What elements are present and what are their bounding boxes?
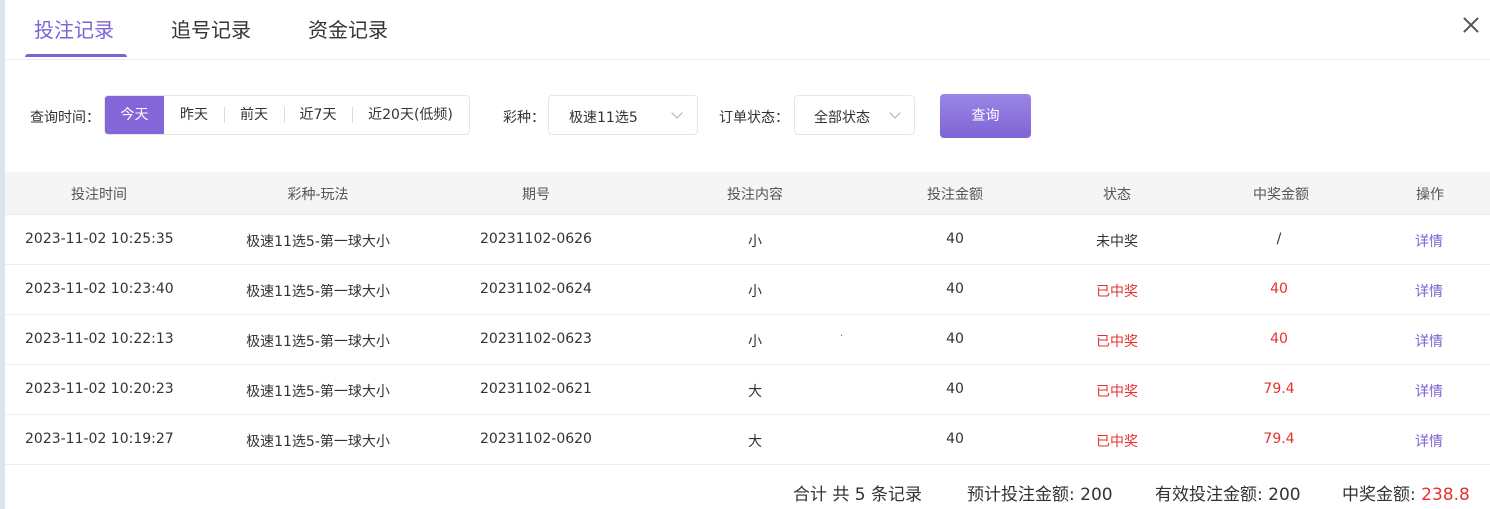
summary-expected: 预计投注金额: 200 [967, 480, 1113, 505]
col-header-amount: 投注金额 [927, 187, 983, 203]
stray-dot: · [840, 331, 844, 342]
time-filter-label: 查询时间： [30, 110, 100, 126]
close-icon[interactable] [1460, 14, 1482, 36]
time-option-today[interactable]: 今天 [105, 96, 164, 134]
detail-link[interactable]: 详情 [1415, 231, 1443, 251]
cell-issue: 20231102-0624 [480, 281, 592, 297]
cell-amount: 40 [946, 281, 964, 297]
time-option-day-before[interactable]: 前天 [224, 96, 284, 134]
summary-expected-label: 预计投注金额: [967, 485, 1075, 505]
cell-content: 小 [748, 284, 762, 300]
cell-content: 小 [748, 334, 762, 350]
time-range-selector: 今天 昨天 前天 近7天 近20天(低频) [104, 95, 470, 135]
cell-time: 2023-11-02 10:25:35 [25, 231, 174, 247]
detail-link[interactable]: 详情 [1415, 331, 1443, 351]
detail-link[interactable]: 详情 [1415, 281, 1443, 301]
cell-content: 大 [748, 384, 762, 400]
cell-time: 2023-11-02 10:19:27 [25, 431, 174, 447]
tab-bet-records[interactable]: 投注记录 [34, 14, 114, 43]
col-header-issue: 期号 [522, 187, 550, 203]
cell-prize: 79.4 [1263, 431, 1295, 447]
table-row: 2023-11-02 10:20:23 极速11选5-第一球大小 2023110… [5, 365, 1490, 415]
cell-issue: 20231102-0626 [480, 231, 592, 247]
cell-issue: 20231102-0623 [480, 331, 592, 347]
table-header: 投注时间 彩种-玩法 期号 投注内容 投注金额 状态 中奖金额 操作 [5, 172, 1490, 215]
table-row: 2023-11-02 10:23:40 极速11选5-第一球大小 2023110… [5, 265, 1490, 315]
cell-time: 2023-11-02 10:22:13 [25, 331, 174, 347]
time-option-7-days[interactable]: 近7天 [284, 96, 352, 134]
col-header-status: 状态 [1103, 187, 1131, 203]
col-header-action: 操作 [1416, 187, 1444, 203]
cell-game: 极速11选5-第一球大小 [246, 234, 390, 250]
filter-bar: 查询时间： 今天 昨天 前天 近7天 近20天(低频) 彩种： 极速11选5 订… [0, 94, 1490, 138]
cell-content: 大 [748, 434, 762, 450]
detail-link[interactable]: 详情 [1415, 381, 1443, 401]
cell-time: 2023-11-02 10:20:23 [25, 381, 174, 397]
summary-valid-label: 有效投注金额: [1155, 485, 1263, 505]
table-row: 2023-11-02 10:22:13 极速11选5-第一球大小 2023110… [5, 315, 1490, 365]
cell-status: 已中奖 [1096, 334, 1138, 350]
cell-game: 极速11选5-第一球大小 [246, 434, 390, 450]
cell-content: 小 [748, 234, 762, 250]
cell-prize: 79.4 [1263, 381, 1295, 397]
lottery-select-value: 极速11选5 [569, 110, 638, 126]
cell-amount: 40 [946, 431, 964, 447]
time-option-20-days[interactable]: 近20天(低频) [352, 96, 469, 134]
cell-amount: 40 [946, 231, 964, 247]
cell-issue: 20231102-0620 [480, 431, 592, 447]
time-option-yesterday[interactable]: 昨天 [164, 96, 224, 134]
cell-status: 未中奖 [1096, 234, 1138, 250]
summary-prize: 中奖金额: 238.8 [1342, 480, 1470, 505]
status-select[interactable]: 全部状态 [794, 95, 915, 135]
table-row: 2023-11-02 10:19:27 极速11选5-第一球大小 2023110… [5, 415, 1490, 465]
summary-total: 合计 共 5 条记录 [793, 485, 923, 505]
lottery-select[interactable]: 极速11选5 [548, 95, 698, 135]
table-row: 2023-11-02 10:25:35 极速11选5-第一球大小 2023110… [5, 215, 1490, 265]
cell-prize: 40 [1270, 331, 1288, 347]
summary-valid-value: 200 [1268, 485, 1301, 505]
lottery-filter-label: 彩种： [503, 110, 545, 126]
cell-game: 极速11选5-第一球大小 [246, 384, 390, 400]
tab-bar: 投注记录 追号记录 资金记录 [5, 0, 1490, 60]
detail-link[interactable]: 详情 [1415, 431, 1443, 451]
status-select-value: 全部状态 [814, 110, 870, 126]
col-header-prize: 中奖金额 [1253, 187, 1309, 203]
cell-issue: 20231102-0621 [480, 381, 592, 397]
chevron-down-icon [671, 107, 683, 119]
cell-amount: 40 [946, 331, 964, 347]
cell-status: 已中奖 [1096, 434, 1138, 450]
summary-expected-value: 200 [1080, 485, 1113, 505]
col-header-game: 彩种-玩法 [287, 187, 349, 203]
cell-prize: / [1276, 231, 1282, 247]
active-tab-indicator [25, 54, 127, 57]
chevron-down-icon [889, 107, 901, 119]
cell-amount: 40 [946, 381, 964, 397]
status-filter-label: 订单状态： [719, 110, 789, 126]
tab-chase-records[interactable]: 追号记录 [171, 14, 251, 43]
cell-status: 已中奖 [1096, 384, 1138, 400]
cell-game: 极速11选5-第一球大小 [246, 334, 390, 350]
summary-valid: 有效投注金额: 200 [1155, 480, 1301, 505]
col-header-time: 投注时间 [71, 187, 127, 203]
cell-status: 已中奖 [1096, 284, 1138, 300]
query-button[interactable]: 查询 [940, 94, 1031, 138]
summary-prize-value: 238.8 [1421, 485, 1470, 505]
cell-game: 极速11选5-第一球大小 [246, 284, 390, 300]
summary-prize-label: 中奖金额: [1342, 485, 1416, 505]
tab-fund-records[interactable]: 资金记录 [308, 14, 388, 43]
cell-prize: 40 [1270, 281, 1288, 297]
cell-time: 2023-11-02 10:23:40 [25, 281, 174, 297]
col-header-content: 投注内容 [727, 187, 783, 203]
